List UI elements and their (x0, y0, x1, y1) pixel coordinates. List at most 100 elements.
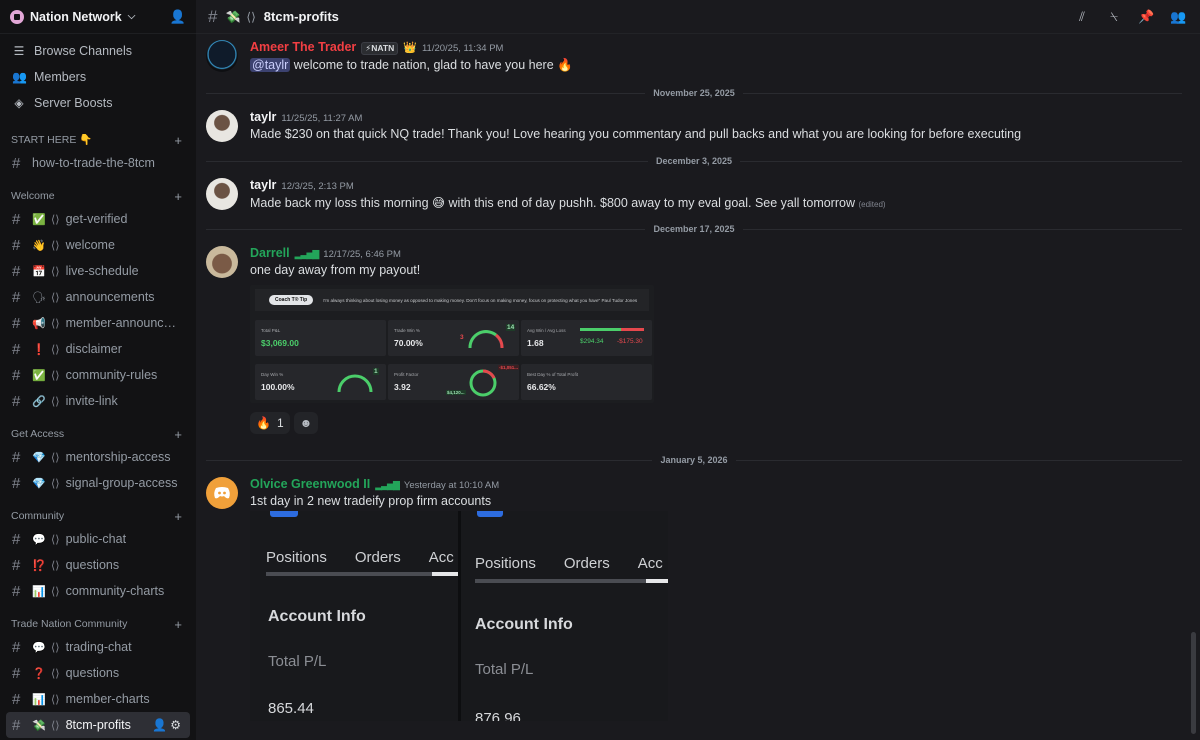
nav-label: Browse Channels (34, 44, 132, 58)
channel-item[interactable]: # 📢 ⟨⟩ member-announc… (0, 310, 190, 336)
author-name[interactable]: Darrell (250, 246, 290, 260)
avatar[interactable] (206, 40, 238, 72)
thread-icon: ⟨⟩ (51, 343, 60, 356)
channel-item[interactable]: # 💬 ⟨⟩ public-chat (0, 526, 190, 552)
channel-item[interactable]: # 💸 ⟨⟩ 8tcm-profits 👤⚙ (6, 712, 190, 738)
channel-emoji: 📢 (32, 317, 46, 330)
account-info-heading: Account Info (268, 608, 366, 625)
channel-item[interactable]: # 📊 ⟨⟩ community-charts (0, 578, 190, 604)
attachment-image-positions-1[interactable]: Positions Orders Acc Account Info Total P/… (250, 511, 458, 721)
nav-browse-channels[interactable]: ☰ Browse Channels (0, 38, 196, 64)
category-header[interactable]: Get Access + (0, 422, 196, 444)
day-win-gauge (337, 374, 373, 393)
channel-item[interactable]: # 👋 ⟨⟩ welcome (0, 232, 190, 258)
channel-item[interactable]: # ✅ ⟨⟩ community-rules (0, 362, 190, 388)
channel-item[interactable]: # 🗣 ⟨⟩ announcements (0, 284, 190, 310)
hash-icon: # (12, 392, 21, 410)
tabs: Positions Orders Acc (475, 555, 663, 572)
channel-item[interactable]: # 💎 ⟨⟩ mentorship-access (0, 444, 190, 470)
attachment-image-positions-2[interactable]: Positions Orders Acc Account Info Total P/… (461, 511, 668, 721)
nav-server-boosts[interactable]: ◈ Server Boosts (0, 90, 196, 116)
channel-label: questions (65, 558, 120, 572)
message-text: welcome to trade nation, glad to have yo… (290, 58, 558, 72)
stat-day-win: Day Win % 100.00% 1 (255, 364, 386, 400)
member-list-icon[interactable]: 👥 (1170, 9, 1186, 25)
channel-settings-icons[interactable]: 👤⚙ (152, 718, 184, 732)
author-name[interactable]: taylr (250, 178, 276, 192)
server-icon (10, 9, 24, 24)
pin-icon[interactable]: 📌 (1138, 9, 1154, 25)
message-text: with this end of day pushh. $800 away to… (445, 196, 859, 210)
timestamp: 11/20/25, 11:34 PM (421, 43, 504, 54)
channel-item[interactable]: # ✅ ⟨⟩ get-verified (0, 206, 190, 232)
avatar[interactable] (206, 246, 238, 278)
channel-label: trading-chat (65, 640, 132, 654)
add-channel-icon[interactable]: + (174, 510, 182, 523)
blue-badge (477, 511, 503, 517)
author-name[interactable]: Ameer The Trader (250, 40, 356, 54)
thread-icon: ⟨⟩ (51, 719, 60, 732)
tab-track (266, 572, 458, 576)
channel-emoji: 💬 (32, 641, 46, 654)
category-name: Trade Nation Community (11, 618, 128, 630)
add-member-icon[interactable]: 👤 (170, 9, 186, 25)
channel-item[interactable]: # 📊 ⟨⟩ member-charts (0, 686, 190, 712)
timestamp: 12/3/25, 2:13 PM (281, 181, 354, 192)
channel-emoji: ⁉️ (32, 559, 46, 572)
threads-icon[interactable]: ⫽ (1074, 9, 1090, 25)
message-text: Made $230 on that quick NQ trade! Thank … (250, 127, 1022, 141)
nav-members[interactable]: 👥 Members (0, 64, 196, 90)
add-channel-icon[interactable]: + (174, 190, 182, 203)
category-header[interactable]: START HERE 👇 + (0, 128, 196, 150)
thread-icon: ⟨⟩ (51, 533, 60, 546)
thread-icon: ⟨⟩ (51, 395, 60, 408)
add-channel-icon[interactable]: + (174, 134, 182, 147)
category-name: START HERE 👇 (11, 134, 93, 146)
channel-item[interactable]: # ❓ ⟨⟩ questions (0, 660, 190, 686)
server-header[interactable]: Nation Network ⌵ 👤 (0, 0, 196, 34)
stat-total-pl: Total P&L $3,069.00 (255, 320, 386, 356)
thread-icon: ⟨⟩ (51, 369, 60, 382)
author-name[interactable]: taylr (250, 110, 276, 124)
author-name[interactable]: Olvice Greenwood II (250, 477, 370, 491)
add-reaction-button[interactable]: ☻ (293, 412, 319, 434)
channel-item[interactable]: # ⁉️ ⟨⟩ questions (0, 552, 190, 578)
category-header[interactable]: Trade Nation Community + (0, 612, 196, 634)
hash-icon: # (12, 582, 21, 600)
channel-item[interactable]: # 🔗 ⟨⟩ invite-link (0, 388, 190, 414)
user-mention[interactable]: @taylr (250, 58, 291, 72)
notifications-muted-icon[interactable]: ⍀ (1106, 9, 1122, 25)
server-tag[interactable]: ⚡NATN (361, 42, 399, 55)
channel-label: member-charts (65, 692, 150, 706)
hash-icon: # (12, 664, 21, 682)
channel-emoji: 💸 (225, 9, 241, 24)
channel-label: signal-group-access (65, 476, 178, 490)
channel-label: questions (65, 666, 120, 680)
thread-icon: ⟨⟩ (51, 477, 60, 490)
attachment-image-dashboard[interactable]: Coach T® Tip I'm always thinking about l… (250, 285, 654, 403)
avatar[interactable] (206, 178, 238, 210)
message-text: one day away from my payout! (250, 263, 421, 277)
reaction-fire[interactable]: 🔥 1 (250, 412, 290, 434)
channel-emoji: ❓ (32, 667, 46, 680)
profit-factor-ring (469, 369, 497, 397)
add-channel-icon[interactable]: + (174, 428, 182, 441)
channel-item[interactable]: # 💎 ⟨⟩ signal-group-access (0, 470, 190, 496)
hash-icon: # (12, 340, 21, 358)
channel-label: disclaimer (65, 342, 122, 356)
channel-label: mentorship-access (65, 450, 171, 464)
avatar[interactable] (206, 110, 238, 142)
channel-item[interactable]: # 💬 ⟨⟩ trading-chat (0, 634, 190, 660)
scrollbar[interactable] (1191, 632, 1196, 734)
members-icon: 👥 (12, 70, 27, 84)
avatar[interactable] (206, 477, 238, 509)
list-icon: ☰ (13, 44, 25, 58)
channel-item[interactable]: # ❗ ⟨⟩ disclaimer (0, 336, 190, 362)
channel-item[interactable]: # how-to-trade-the-8tcm (0, 150, 190, 176)
channel-item[interactable]: # 📅 ⟨⟩ live-schedule (0, 258, 190, 284)
total-pl-value: 865.44 (268, 700, 314, 717)
add-channel-icon[interactable]: + (174, 618, 182, 631)
category-header[interactable]: Community + (0, 504, 196, 526)
stat-avg-win-loss: Avg Win / Avg Loss 1.68 $294.34 -$175.30 (521, 320, 652, 356)
category-header[interactable]: Welcome + (0, 184, 196, 206)
